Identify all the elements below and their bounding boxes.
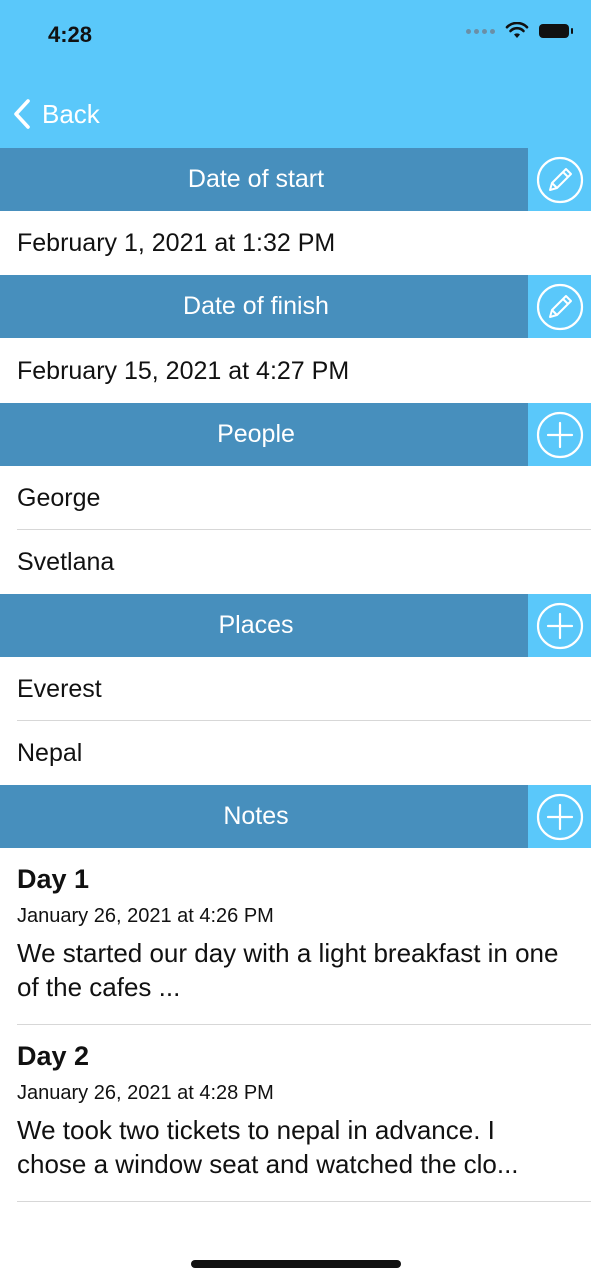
edit-start-date-button[interactable] bbox=[528, 148, 591, 211]
pencil-icon bbox=[536, 283, 583, 330]
home-indicator bbox=[191, 1260, 401, 1268]
section-title: People bbox=[217, 420, 295, 448]
back-label: Back bbox=[42, 98, 100, 129]
navigation-bar: 4:28 Back bbox=[0, 0, 591, 148]
plus-icon bbox=[536, 793, 583, 840]
section-title: Date of start bbox=[187, 165, 325, 193]
back-button[interactable]: Back bbox=[12, 96, 100, 132]
note-text: We took two tickets to nepal in advance.… bbox=[17, 1115, 519, 1179]
add-note-button[interactable] bbox=[528, 785, 591, 848]
wifi-icon bbox=[505, 22, 529, 38]
section-title: Notes bbox=[223, 802, 289, 830]
note-item[interactable]: Day 2 January 26, 2021 at 4:28 PM We too… bbox=[17, 1041, 571, 1181]
signal-icon bbox=[466, 28, 495, 34]
battery-icon bbox=[539, 24, 573, 38]
list-item[interactable]: Nepal bbox=[0, 721, 591, 785]
section-header-notes: Notes bbox=[0, 785, 591, 848]
finish-date-value: February 15, 2021 at 4:27 PM bbox=[17, 357, 350, 385]
list-item[interactable]: Everest bbox=[0, 657, 591, 721]
note-text: We started our day with a light breakfas… bbox=[17, 938, 559, 1002]
add-place-button[interactable] bbox=[528, 594, 591, 657]
section-header-date-of-start: Date of start bbox=[0, 148, 591, 211]
section-header-places: Places bbox=[0, 594, 591, 657]
section-header-people: People bbox=[0, 403, 591, 466]
row-divider bbox=[17, 1024, 591, 1025]
start-date-value: February 1, 2021 at 1:32 PM bbox=[17, 229, 336, 257]
note-item[interactable]: Day 1 January 26, 2021 at 4:26 PM We sta… bbox=[17, 864, 571, 1004]
chevron-left-icon bbox=[14, 99, 30, 129]
row-divider bbox=[17, 1201, 591, 1202]
note-title: Day 2 bbox=[17, 1041, 90, 1071]
plus-icon bbox=[536, 411, 583, 458]
note-title: Day 1 bbox=[17, 864, 90, 894]
plus-icon bbox=[536, 602, 583, 649]
list-item[interactable]: Svetlana bbox=[0, 530, 591, 594]
section-title: Places bbox=[218, 611, 294, 639]
section-title: Date of finish bbox=[183, 292, 329, 320]
add-person-button[interactable] bbox=[528, 403, 591, 466]
note-date: January 26, 2021 at 4:28 PM bbox=[17, 1082, 274, 1104]
pencil-icon bbox=[536, 156, 583, 203]
edit-finish-date-button[interactable] bbox=[528, 275, 591, 338]
note-date: January 26, 2021 at 4:26 PM bbox=[17, 905, 274, 927]
status-time: 4:28 bbox=[48, 22, 93, 47]
section-header-date-of-finish: Date of finish bbox=[0, 275, 591, 338]
status-icons bbox=[466, 22, 573, 40]
list-item[interactable]: George bbox=[0, 466, 591, 530]
